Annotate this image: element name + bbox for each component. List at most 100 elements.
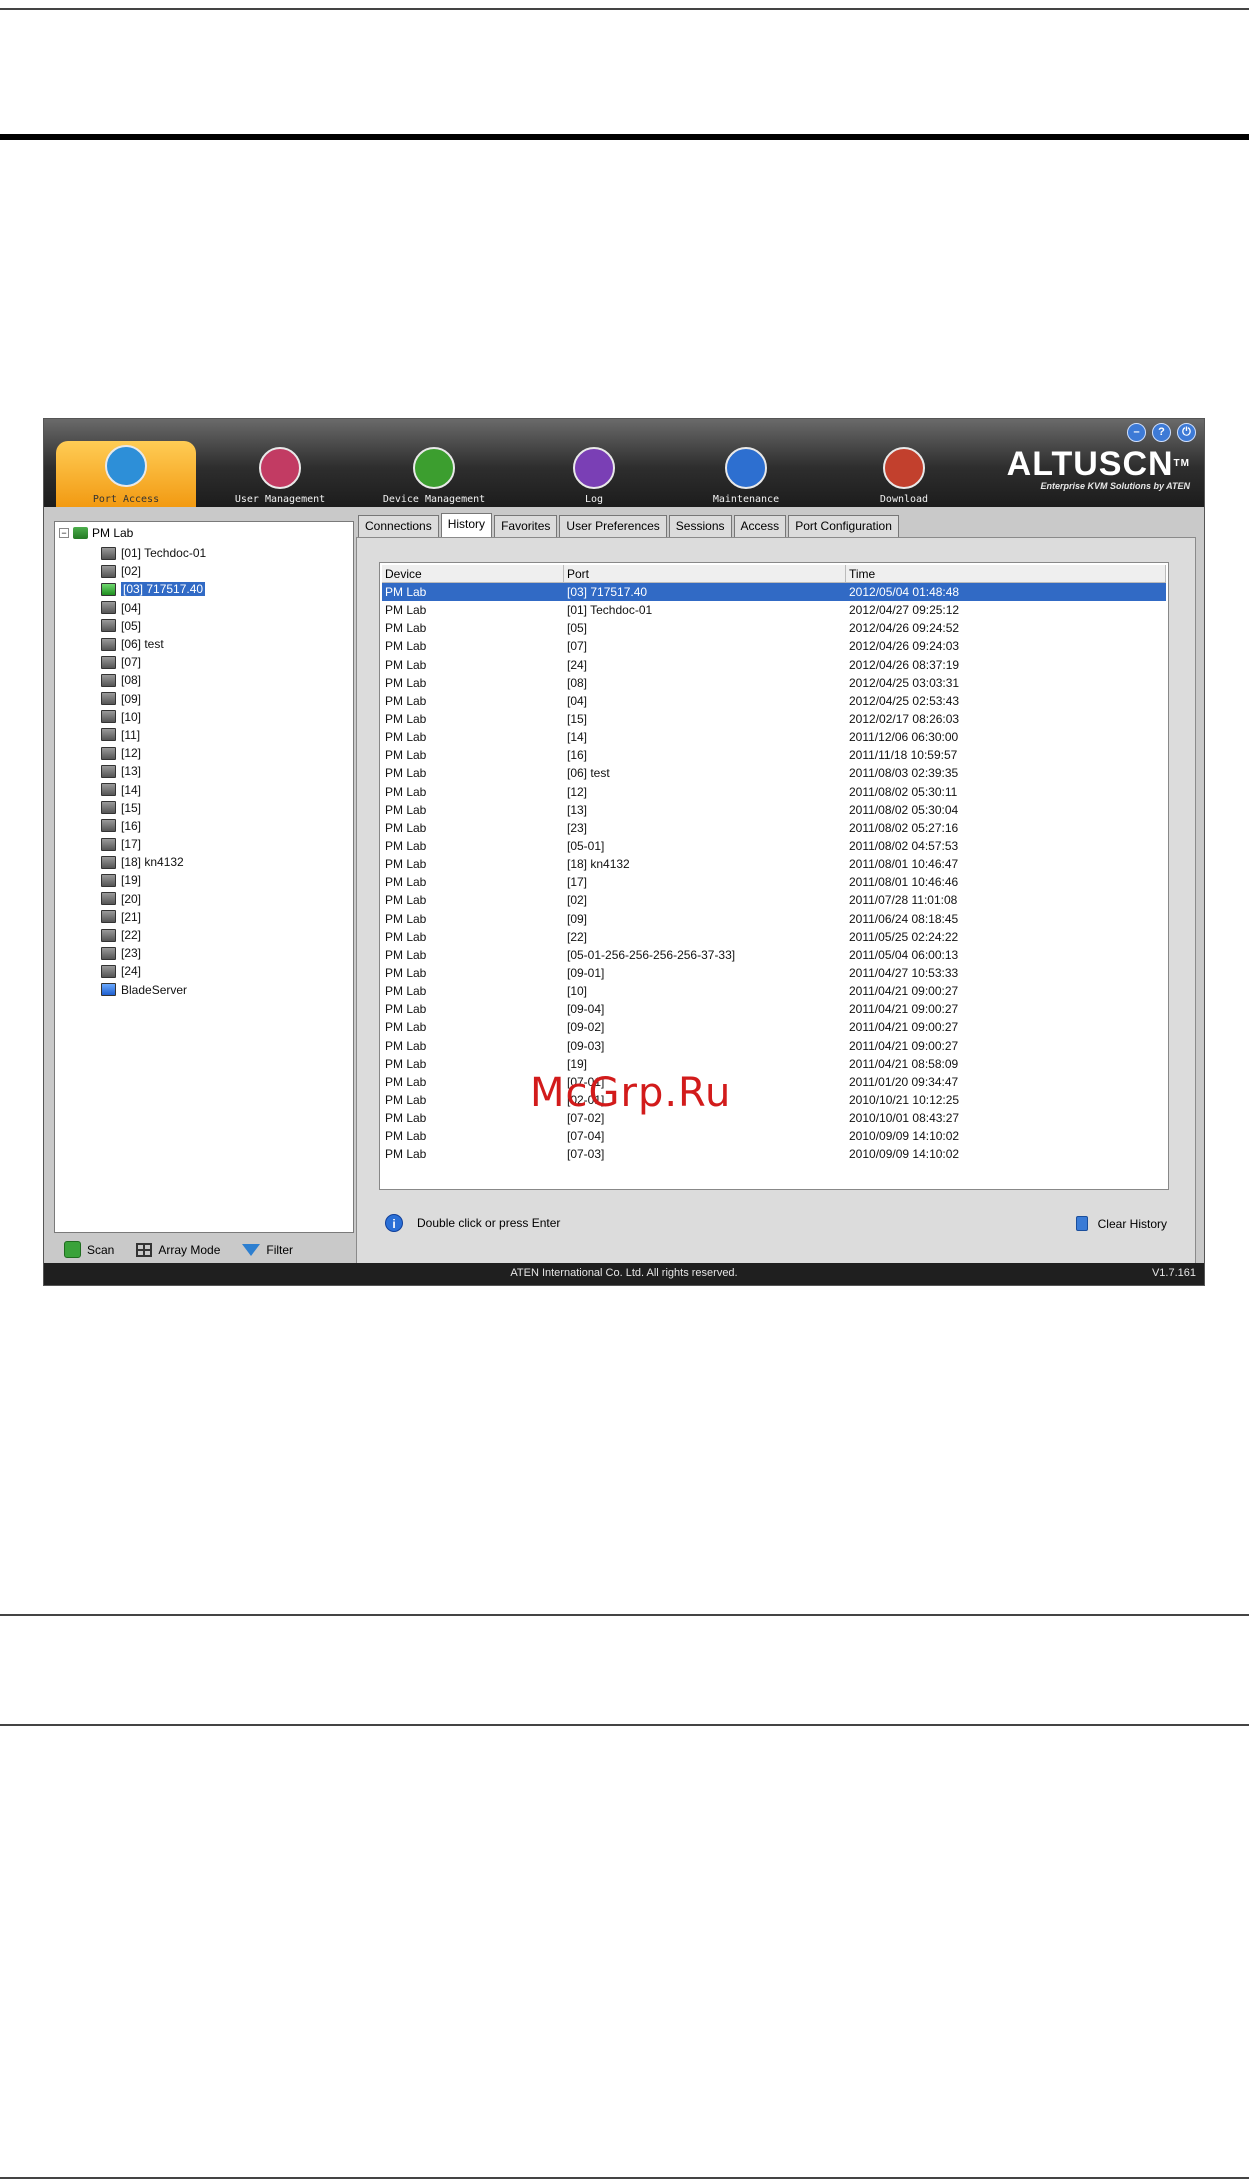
cell-port: [16] — [567, 748, 588, 763]
tree-item-label: [13] — [121, 764, 142, 779]
table-row[interactable]: PM Lab [09-04] 2011/04/21 09:00:27 — [382, 1000, 1166, 1018]
footer-rule — [0, 2177, 1249, 2179]
table-row[interactable]: PM Lab [18] kn4132 2011/08/01 10:46:47 — [382, 855, 1166, 873]
table-row[interactable]: PM Lab [16] 2011/11/18 10:59:57 — [382, 746, 1166, 764]
table-row[interactable]: PM Lab [09-02] 2011/04/21 09:00:27 — [382, 1018, 1166, 1036]
module-device-management[interactable]: Device Management — [364, 443, 504, 507]
table-row[interactable]: PM Lab [09-01] 2011/04/27 10:53:33 — [382, 964, 1166, 982]
tree-item[interactable]: [17] — [101, 835, 206, 853]
table-row[interactable]: PM Lab [24] 2012/04/26 08:37:19 — [382, 656, 1166, 674]
table-row[interactable]: PM Lab [07-03] 2010/09/09 14:10:02 — [382, 1145, 1166, 1163]
tab-connections[interactable]: Connections — [358, 515, 439, 537]
tab-access[interactable]: Access — [733, 515, 787, 537]
tree-item[interactable]: [07] — [101, 653, 206, 671]
scan-button[interactable]: Scan — [64, 1241, 114, 1258]
network-icon — [73, 527, 88, 539]
table-row[interactable]: PM Lab [13] 2011/08/02 05:30:04 — [382, 801, 1166, 819]
module-port-access[interactable]: Port Access — [56, 441, 196, 507]
tree-item[interactable]: [09] — [101, 690, 206, 708]
tree-item[interactable]: [18] kn4132 — [101, 853, 206, 871]
cell-device: PM Lab — [385, 965, 427, 980]
collapse-icon[interactable]: − — [59, 528, 69, 538]
tree-item[interactable]: [15] — [101, 799, 206, 817]
table-row[interactable]: PM Lab [02] 2011/07/28 11:01:08 — [382, 891, 1166, 909]
tree-item[interactable]: [20] — [101, 890, 206, 908]
table-row[interactable]: PM Lab [05] 2012/04/26 09:24:52 — [382, 619, 1166, 637]
tab-user-preferences[interactable]: User Preferences — [559, 515, 667, 537]
tree-item[interactable]: [16] — [101, 817, 206, 835]
tree-item[interactable]: [24] — [101, 962, 206, 980]
minimize-icon[interactable]: – — [1127, 423, 1146, 442]
table-row[interactable]: PM Lab [01] Techdoc-01 2012/04/27 09:25:12 — [382, 601, 1166, 619]
tree-item[interactable]: [08] — [101, 671, 206, 689]
module-user-management[interactable]: User Management — [210, 443, 350, 507]
table-row[interactable]: PM Lab [23] 2011/08/02 05:27:16 — [382, 819, 1166, 837]
computer-icon — [101, 619, 116, 633]
table-row[interactable]: PM Lab [08] 2012/04/25 03:03:31 — [382, 674, 1166, 692]
table-row[interactable]: PM Lab [06] test 2011/08/03 02:39:35 — [382, 764, 1166, 782]
tree-item[interactable]: [13] — [101, 762, 206, 780]
tree-item[interactable]: [19] — [101, 871, 206, 889]
module-maintenance[interactable]: Maintenance — [676, 443, 816, 507]
cell-device: PM Lab — [385, 603, 427, 618]
tab-history[interactable]: History — [440, 513, 493, 537]
tree-item[interactable]: [01] Techdoc-01 — [101, 544, 206, 562]
clear-history-button[interactable]: Clear History — [1075, 1216, 1167, 1231]
table-row[interactable]: PM Lab [05-01] 2011/08/02 04:57:53 — [382, 837, 1166, 855]
column-header-time[interactable]: Time — [846, 565, 1166, 582]
table-row[interactable]: PM Lab [14] 2011/12/06 06:30:00 — [382, 728, 1166, 746]
table-row[interactable]: PM Lab [12] 2011/08/02 05:30:11 — [382, 783, 1166, 801]
table-row[interactable]: PM Lab [17] 2011/08/01 10:46:46 — [382, 873, 1166, 891]
table-row[interactable]: PM Lab [15] 2012/02/17 08:26:03 — [382, 710, 1166, 728]
column-header-device[interactable]: Device — [382, 565, 564, 582]
tree-item[interactable]: [10] — [101, 708, 206, 726]
table-row[interactable]: PM Lab [03] 717517.40 2012/05/04 01:48:48 — [382, 583, 1166, 602]
cell-port: [02] — [567, 893, 588, 908]
table-row[interactable]: PM Lab [05-01-256-256-256-256-37-33] 2011/… — [382, 946, 1166, 964]
tree-item[interactable]: [03] 717517.40 — [101, 580, 206, 598]
table-row[interactable]: PM Lab [07] 2012/04/26 09:24:03 — [382, 637, 1166, 655]
module-download[interactable]: Download — [834, 443, 974, 507]
brand-logo: ALTUSCNTM Enterprise KVM Solutions by AT… — [1006, 445, 1190, 491]
table-row[interactable]: PM Lab [10] 2011/04/21 09:00:27 — [382, 982, 1166, 1000]
table-row[interactable]: PM Lab [02-01] 2010/10/21 10:12:25 — [382, 1091, 1166, 1109]
left-actions: Scan Array Mode Filter — [64, 1241, 293, 1258]
table-row[interactable]: PM Lab [04] 2012/04/25 02:53:43 — [382, 692, 1166, 710]
tree-item[interactable]: [04] — [101, 599, 206, 617]
tree-item[interactable]: [12] — [101, 744, 206, 762]
tree-item[interactable]: [02] — [101, 562, 206, 580]
tree-item[interactable]: BladeServer — [101, 981, 206, 999]
array-mode-button[interactable]: Array Mode — [136, 1241, 220, 1258]
computer-icon — [101, 892, 116, 906]
tab-sessions[interactable]: Sessions — [668, 515, 732, 537]
tree-root[interactable]: − PM Lab — [59, 526, 133, 540]
tree-item-label: [17] — [121, 837, 142, 852]
tree-item-label: [09] — [121, 691, 142, 706]
column-header-port[interactable]: Port — [564, 565, 846, 582]
table-row[interactable]: PM Lab [09] 2011/06/24 08:18:45 — [382, 910, 1166, 928]
table-row[interactable]: PM Lab [09-03] 2011/04/21 09:00:27 — [382, 1037, 1166, 1055]
log-icon — [573, 447, 615, 489]
module-log[interactable]: Log — [524, 443, 664, 507]
table-row[interactable]: PM Lab [07-04] 2010/09/09 14:10:02 — [382, 1127, 1166, 1145]
tree-item[interactable]: [21] — [101, 908, 206, 926]
tree-item[interactable]: [05] — [101, 617, 206, 635]
computer-icon — [101, 673, 116, 687]
table-row[interactable]: PM Lab [07-01] 2011/01/20 09:34:47 — [382, 1073, 1166, 1091]
tree-item[interactable]: [14] — [101, 780, 206, 798]
tree-item[interactable]: [11] — [101, 726, 206, 744]
cell-device: PM Lab — [385, 1129, 427, 1144]
tree-item[interactable]: [23] — [101, 944, 206, 962]
table-row[interactable]: PM Lab [19] 2011/04/21 08:58:09 — [382, 1055, 1166, 1073]
tree-item-label: [24] — [121, 964, 142, 979]
logout-icon[interactable]: ⏻ — [1177, 423, 1196, 442]
tree-item[interactable]: [22] — [101, 926, 206, 944]
tab-favorites[interactable]: Favorites — [494, 515, 558, 537]
history-table[interactable]: Device Port Time PM Lab [03] 717517.40 201… — [379, 562, 1169, 1190]
tab-port-configuration[interactable]: Port Configuration — [788, 515, 899, 537]
filter-button[interactable]: Filter — [242, 1241, 293, 1258]
table-row[interactable]: PM Lab [07-02] 2010/10/01 08:43:27 — [382, 1109, 1166, 1127]
help-icon[interactable]: ? — [1152, 423, 1171, 442]
table-row[interactable]: PM Lab [22] 2011/05/25 02:24:22 — [382, 928, 1166, 946]
tree-item[interactable]: [06] test — [101, 635, 206, 653]
